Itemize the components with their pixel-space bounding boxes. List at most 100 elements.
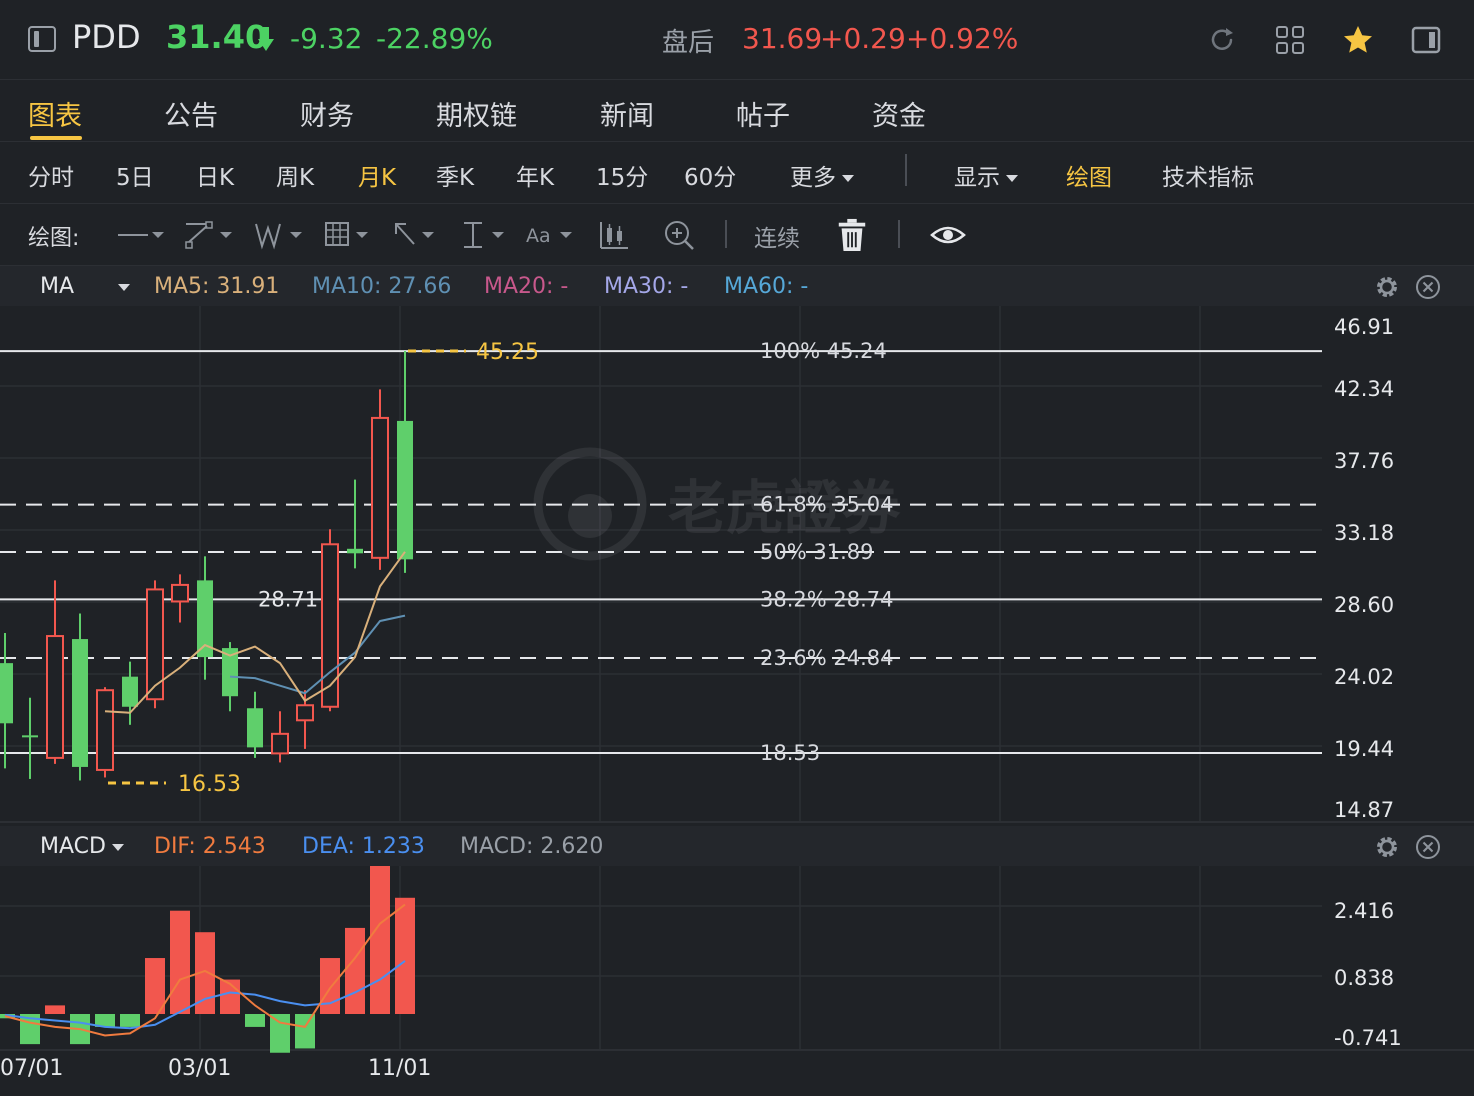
candle-body xyxy=(271,732,289,755)
chevron-down-icon xyxy=(111,843,124,851)
close-icon[interactable] xyxy=(1415,834,1441,860)
macd-bar xyxy=(395,897,415,1014)
candle-body xyxy=(247,708,263,748)
text-tool-icon[interactable]: Aa xyxy=(526,218,578,252)
ma60-value: MA60: - xyxy=(724,274,809,299)
panel-icon[interactable] xyxy=(1410,24,1442,56)
tab-options-chain[interactable]: 期权链 xyxy=(436,94,517,133)
down-arrow-icon xyxy=(258,27,274,51)
price-chart[interactable]: MA MA5: 31.91 MA10: 27.66 MA20: - MA30: … xyxy=(0,266,1474,826)
active-tab-indicator xyxy=(30,136,82,140)
macd-name: MACD xyxy=(40,834,106,859)
macd-bar xyxy=(45,1005,65,1014)
after-hours-change: +0.29 xyxy=(820,22,906,55)
refresh-icon[interactable] xyxy=(1206,24,1238,56)
candle-body xyxy=(296,704,314,722)
tab-announcements[interactable]: 公告 xyxy=(164,94,218,133)
high-marker-label: 45.25 xyxy=(476,340,539,365)
gear-icon[interactable] xyxy=(1374,834,1400,860)
tab-chart[interactable]: 图表 xyxy=(28,94,82,133)
candlestick-plot[interactable]: 老虎證券100% 45.2461.8% 35.0450% 31.8938.2% … xyxy=(0,306,1474,826)
watermark-logo xyxy=(568,494,612,538)
period-monthly[interactable]: 月K xyxy=(358,158,396,192)
indicator-name[interactable]: MA xyxy=(40,274,74,299)
after-hours-percent: +0.92% xyxy=(906,22,1019,55)
period-15min[interactable]: 15分 xyxy=(596,158,648,192)
last-price: 31.40 xyxy=(166,18,268,56)
star-icon[interactable] xyxy=(1342,24,1374,56)
y-axis-tick: 0.838 xyxy=(1334,966,1394,990)
draw-toggle[interactable]: 绘图 xyxy=(1066,158,1112,192)
trend-tool-icon[interactable] xyxy=(184,218,236,252)
y-axis-tick: 24.02 xyxy=(1334,665,1394,689)
grid-tool-icon[interactable] xyxy=(324,218,376,252)
low-marker-label: 16.53 xyxy=(178,772,241,797)
candle-tool-icon[interactable] xyxy=(598,218,632,252)
period-60min[interactable]: 60分 xyxy=(684,158,736,192)
macd-bar xyxy=(270,1014,290,1053)
range-tool-icon[interactable] xyxy=(462,218,514,252)
svg-text:Aa: Aa xyxy=(526,225,551,247)
y-axis-tick: 37.76 xyxy=(1334,449,1394,473)
zoom-icon[interactable] xyxy=(662,218,696,252)
period-intraday[interactable]: 分时 xyxy=(28,158,74,192)
date-tick: 03/01 xyxy=(168,1056,232,1081)
date-axis: 07/01 03/01 11/01 xyxy=(0,1050,1474,1096)
tab-capital[interactable]: 资金 xyxy=(872,94,926,133)
sidebar-toggle-icon[interactable] xyxy=(28,26,56,52)
tab-financials[interactable]: 财务 xyxy=(300,94,354,133)
after-hours-price: 31.69 xyxy=(742,22,823,55)
period-weekly[interactable]: 周K xyxy=(276,158,314,192)
tab-posts[interactable]: 帖子 xyxy=(736,94,790,133)
macd-bar xyxy=(320,958,340,1014)
fib-level-label: 61.8% 35.04 xyxy=(760,493,894,517)
macd-indicator-name[interactable]: MACD xyxy=(40,834,124,859)
y-axis-tick: 33.18 xyxy=(1334,521,1394,545)
eye-icon[interactable] xyxy=(930,218,966,252)
candle-body xyxy=(0,663,13,724)
candle-body xyxy=(22,735,38,738)
fib-level-label: 50% 31.89 xyxy=(760,540,873,564)
chevron-down-icon[interactable] xyxy=(118,284,130,291)
close-icon[interactable] xyxy=(1415,274,1441,300)
candle-body xyxy=(72,639,88,767)
macd-panel[interactable]: MACD DIF: 2.543 DEA: 1.233 MACD: 2.620 2… xyxy=(0,826,1474,1056)
period-yearly[interactable]: 年K xyxy=(516,158,554,192)
drawing-toolbar-label: 绘图: xyxy=(28,226,80,251)
macd-bar xyxy=(145,958,165,1014)
candle-body xyxy=(371,416,389,559)
continuous-draw-toggle[interactable]: 连续 xyxy=(754,219,800,253)
wave-tool-icon[interactable] xyxy=(254,218,306,252)
divider xyxy=(905,154,907,186)
arrow-tool-icon[interactable] xyxy=(392,218,444,252)
y-axis-tick: 42.34 xyxy=(1334,377,1394,401)
dif-value: DIF: 2.543 xyxy=(154,834,266,859)
macd-bar xyxy=(345,927,365,1014)
divider xyxy=(725,220,727,248)
macd-bar xyxy=(295,1014,315,1049)
grid-icon[interactable] xyxy=(1274,24,1306,56)
price-change-percent: -22.89% xyxy=(376,22,493,55)
macd-bar xyxy=(170,910,190,1014)
ma5-value: MA5: 31.91 xyxy=(154,274,280,299)
ticker-symbol: PDD xyxy=(72,18,141,56)
line-tool-icon[interactable] xyxy=(116,218,168,252)
macd-legend: MACD DIF: 2.543 DEA: 1.233 MACD: 2.620 xyxy=(0,826,1474,866)
tab-news[interactable]: 新闻 xyxy=(600,94,654,133)
y-axis-tick: 14.87 xyxy=(1334,798,1394,822)
trash-icon[interactable] xyxy=(836,218,868,252)
period-daily[interactable]: 日K xyxy=(196,158,234,192)
ma20-value: MA20: - xyxy=(484,274,569,299)
period-5day[interactable]: 5日 xyxy=(116,158,154,192)
display-dropdown[interactable]: 显示 xyxy=(954,158,1018,192)
fib-level-label: 18.53 xyxy=(760,741,820,765)
indicators-button[interactable]: 技术指标 xyxy=(1162,158,1254,192)
fib-level-label: 38.2% 28.74 xyxy=(760,587,894,611)
macd-plot[interactable]: 2.416 0.838 -0.741 xyxy=(0,866,1474,1056)
divider xyxy=(898,220,900,248)
macd-bar xyxy=(370,866,390,1014)
period-quarterly[interactable]: 季K xyxy=(436,158,474,192)
date-tick: 07/01 xyxy=(0,1056,64,1081)
period-more-dropdown[interactable]: 更多 xyxy=(790,158,854,192)
gear-icon[interactable] xyxy=(1374,274,1400,300)
